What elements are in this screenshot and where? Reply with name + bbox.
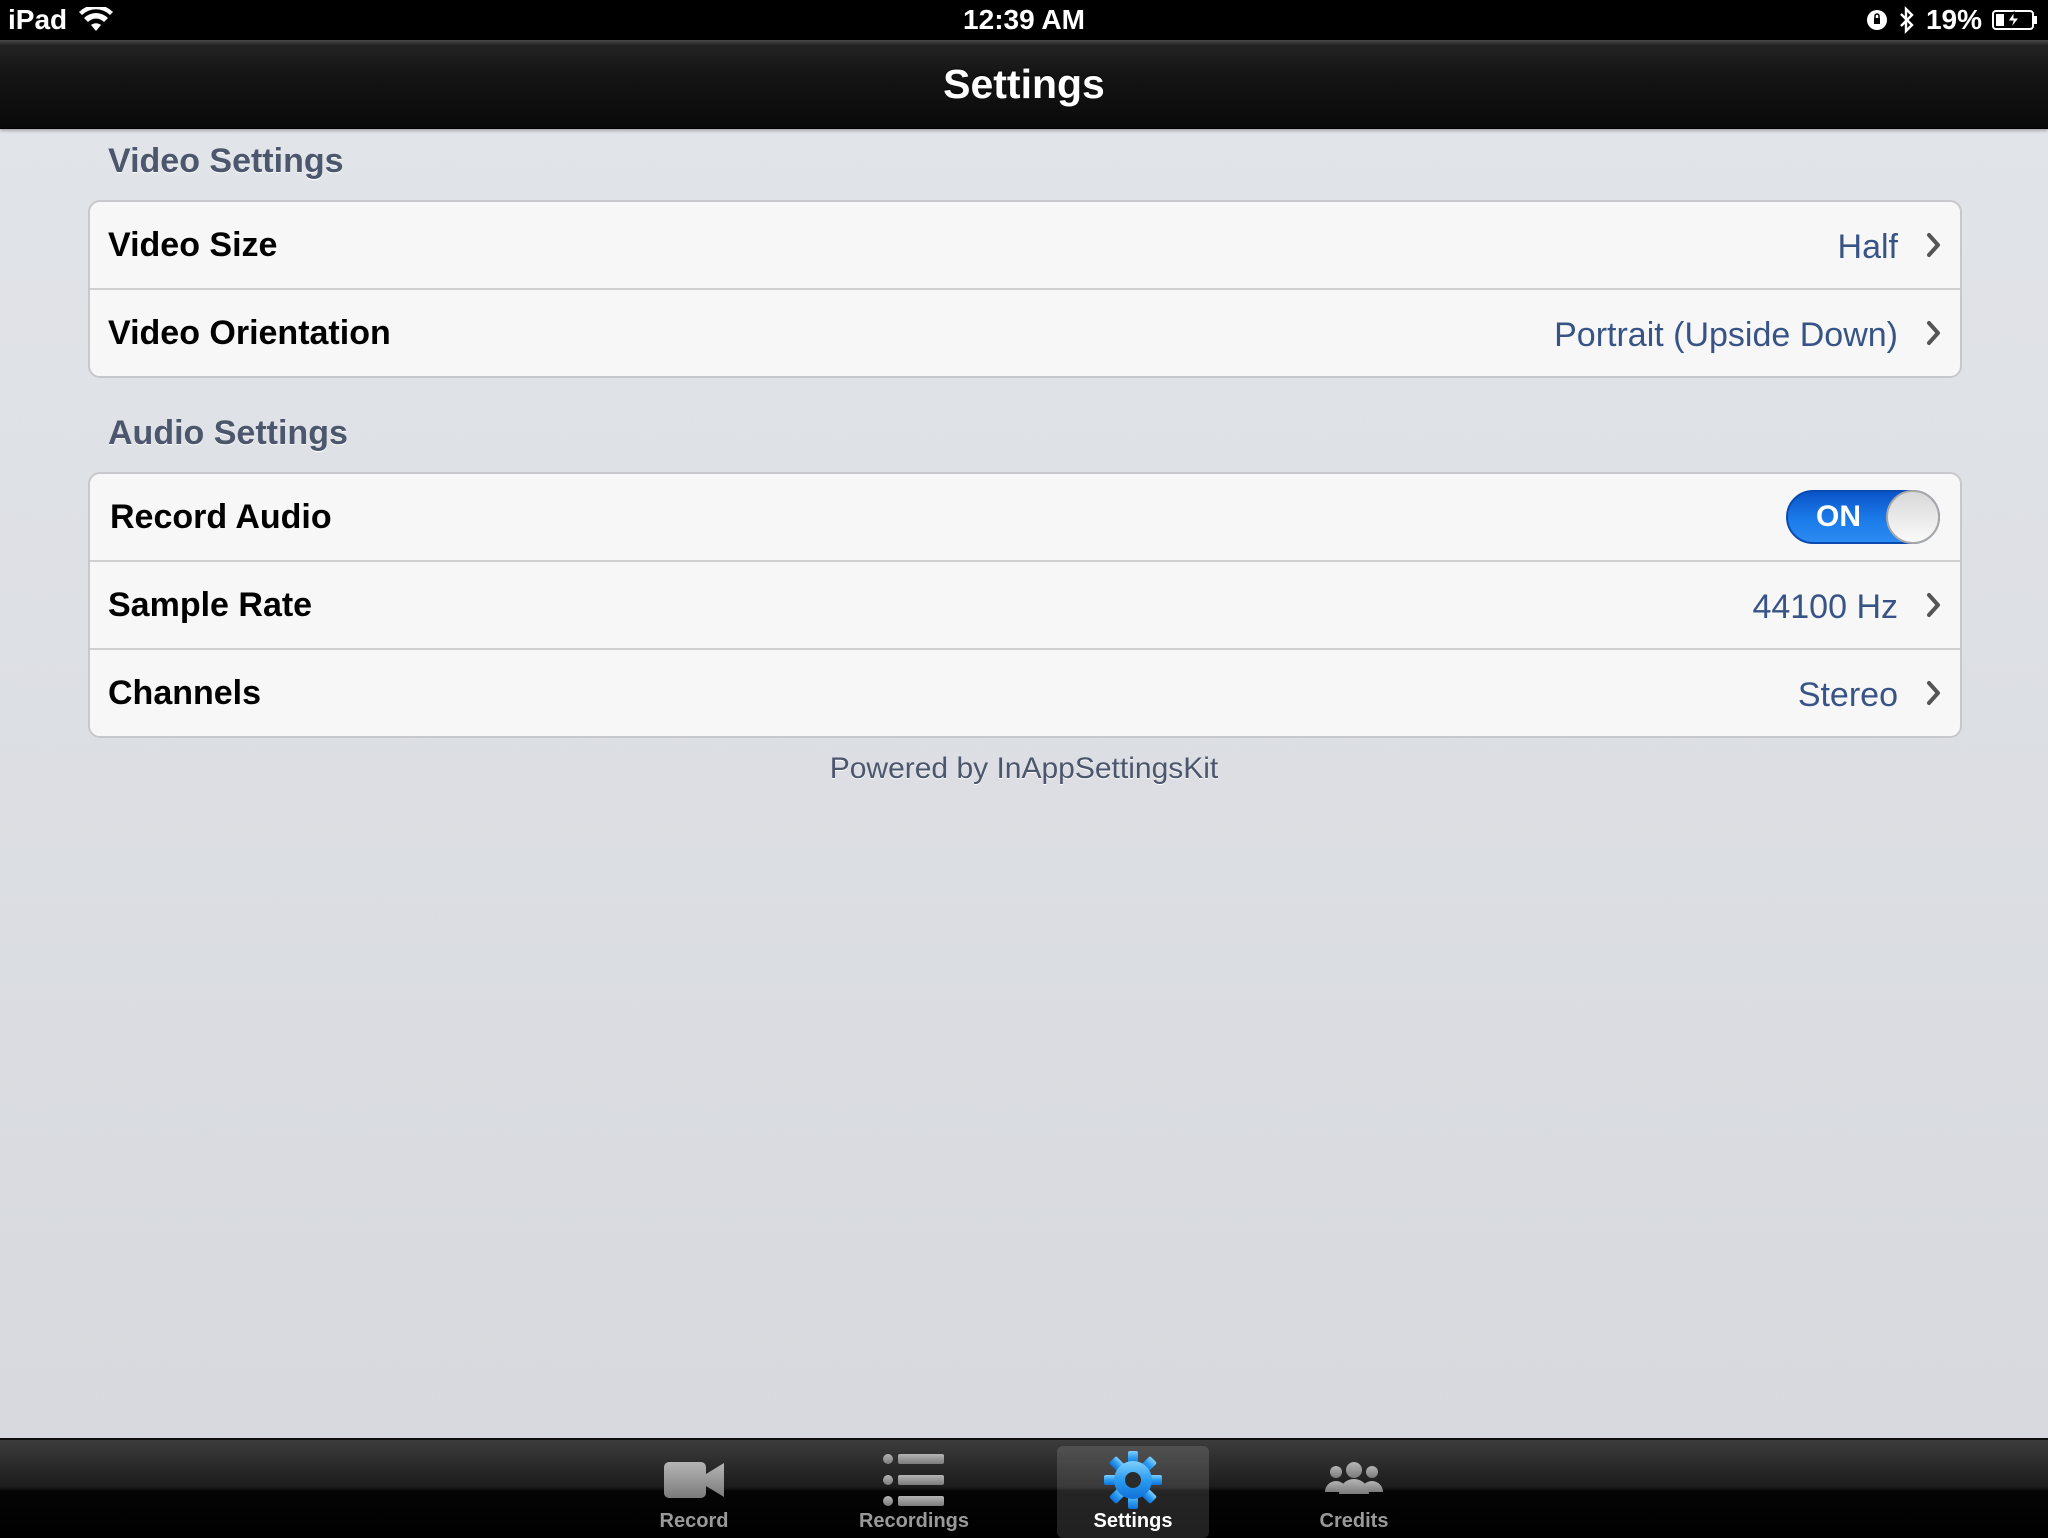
status-time: 12:39 AM [963,4,1085,35]
tab-label: Recordings [858,1510,970,1532]
video-settings-group: Video Size Half Video Orientation Portra… [88,200,1962,378]
audio-settings-group: Record Audio ON Sample Rate 44100 Hz Cha… [88,472,1962,738]
footer-credit: Powered by InAppSettingsKit [829,752,1219,785]
tab-label: Record [659,1510,729,1532]
row-video-size[interactable]: Video Size Half [90,202,1960,288]
chevron-right-icon [1927,681,1940,705]
row-label: Video Orientation [108,314,391,352]
status-bar: iPad 12:39 AM 19% [0,0,2048,40]
page-title: Settings [943,61,1105,107]
row-value: Half [1837,228,1898,266]
row-label: Channels [108,674,262,712]
list-icon [883,1454,944,1506]
gear-icon [1104,1451,1162,1509]
row-value: 44100 Hz [1752,588,1898,626]
battery-percent: 19% [1925,4,1982,35]
tab-record[interactable]: Record [618,1446,770,1538]
row-record-audio: Record Audio ON [90,474,1960,560]
tab-bar: Record Recordings Settings Credits [0,1438,2048,1538]
chevron-right-icon [1927,321,1940,345]
tab-settings[interactable]: Settings [1057,1446,1209,1538]
battery-icon [1992,9,2038,31]
tab-recordings[interactable]: Recordings [838,1446,990,1538]
chevron-right-icon [1927,233,1940,257]
chevron-right-icon [1927,593,1940,617]
record-audio-toggle[interactable]: ON [1786,490,1940,544]
section-header-audio: Audio Settings [108,414,348,452]
row-label: Record Audio [110,498,332,536]
row-value: Stereo [1797,676,1898,714]
orientation-lock-icon [1866,9,1888,31]
bluetooth-icon [1898,6,1916,34]
row-channels[interactable]: Channels Stereo [90,648,1960,736]
toggle-knob [1886,490,1940,544]
row-label: Sample Rate [108,586,313,624]
row-sample-rate[interactable]: Sample Rate 44100 Hz [90,560,1960,648]
row-video-orientation[interactable]: Video Orientation Portrait (Upside Down) [90,288,1960,376]
row-label: Video Size [108,226,278,264]
row-value: Portrait (Upside Down) [1554,316,1898,354]
tab-credits[interactable]: Credits [1278,1446,1430,1538]
people-icon [1325,1462,1383,1494]
navigation-bar: Settings [0,40,2048,129]
video-camera-icon [664,1462,724,1498]
tab-label: Credits [1319,1510,1389,1532]
tab-label: Settings [1093,1510,1173,1532]
section-header-video: Video Settings [108,142,344,180]
toggle-state-label: ON [1816,500,1861,533]
